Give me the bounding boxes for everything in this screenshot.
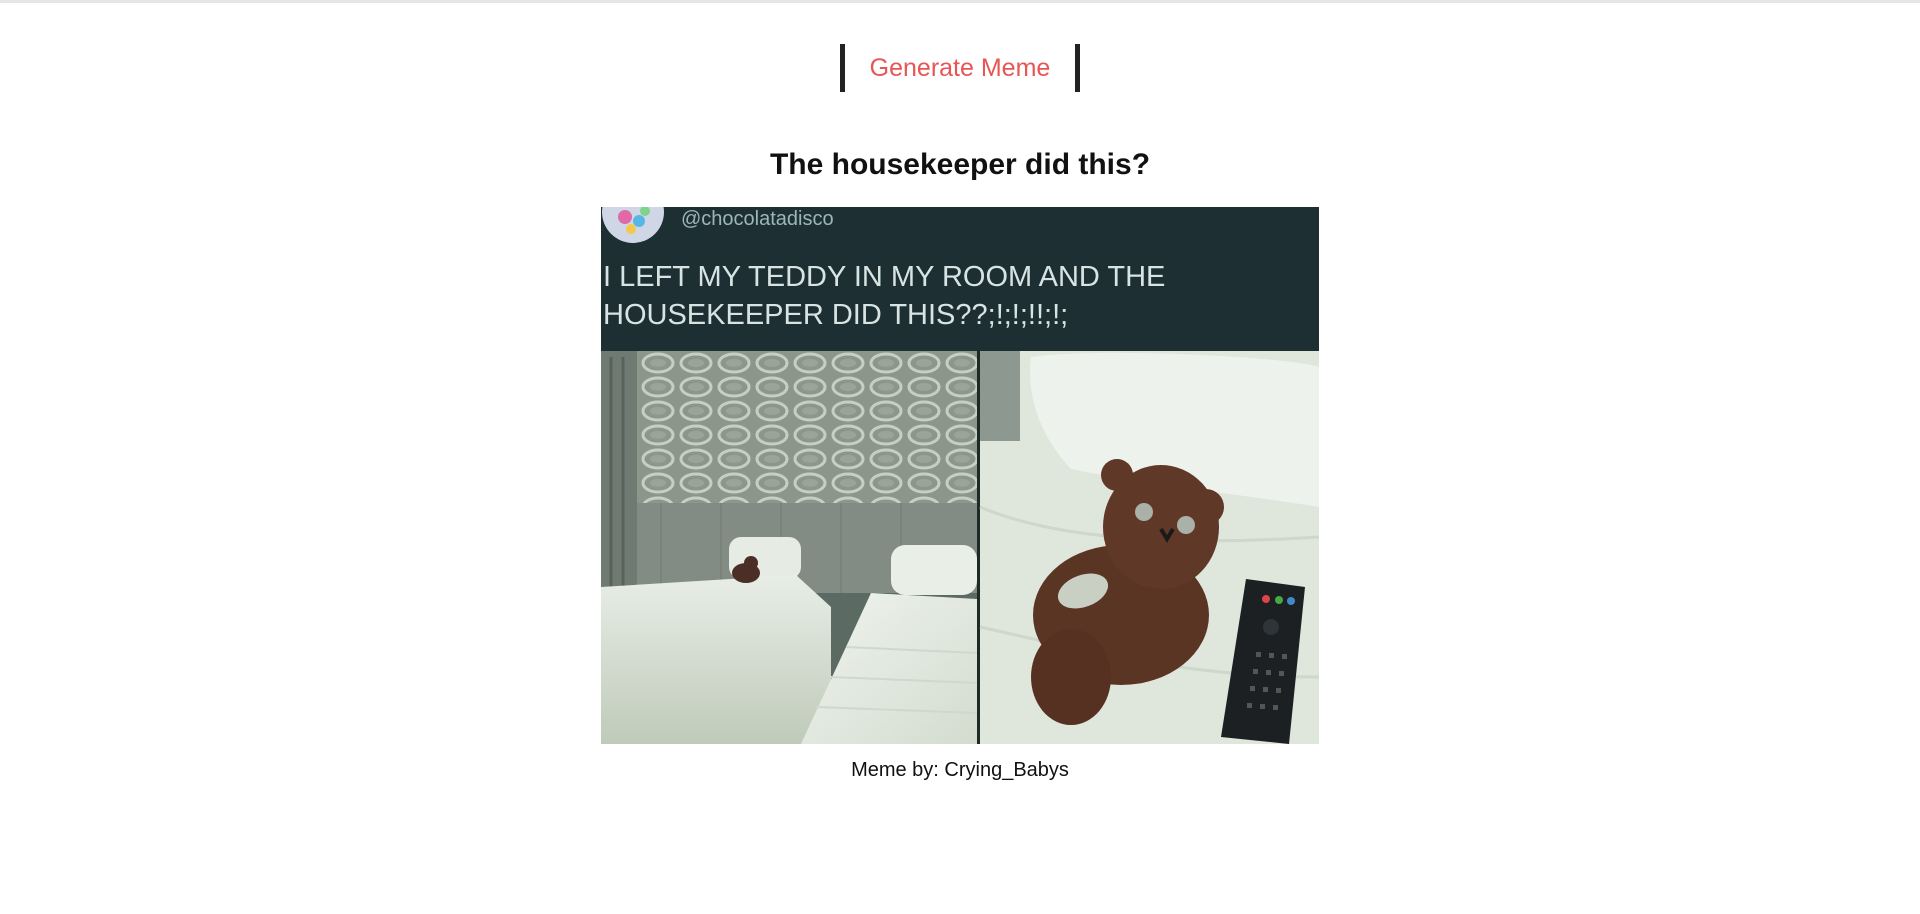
tweet-text-line-1: I LEFT MY TEDDY IN MY ROOM AND THE — [603, 261, 1165, 293]
teddy-closeup-photo — [979, 351, 1319, 744]
top-divider — [0, 0, 1920, 3]
generate-meme-button[interactable]: Generate Meme — [840, 44, 1080, 92]
meme-image: @chocolatadisco I LEFT MY TEDDY IN MY RO… — [601, 207, 1319, 744]
meme-title: The housekeeper did this? — [769, 148, 1151, 181]
hotel-room-photo — [601, 351, 978, 744]
tweet-text-line-2: HOUSEKEEPER DID THIS??;!;!;!!;!; — [603, 299, 1068, 331]
tweet-handle: @chocolatadisco — [681, 208, 834, 230]
meme-author-caption: Meme by: Crying_Babys — [851, 759, 1069, 781]
